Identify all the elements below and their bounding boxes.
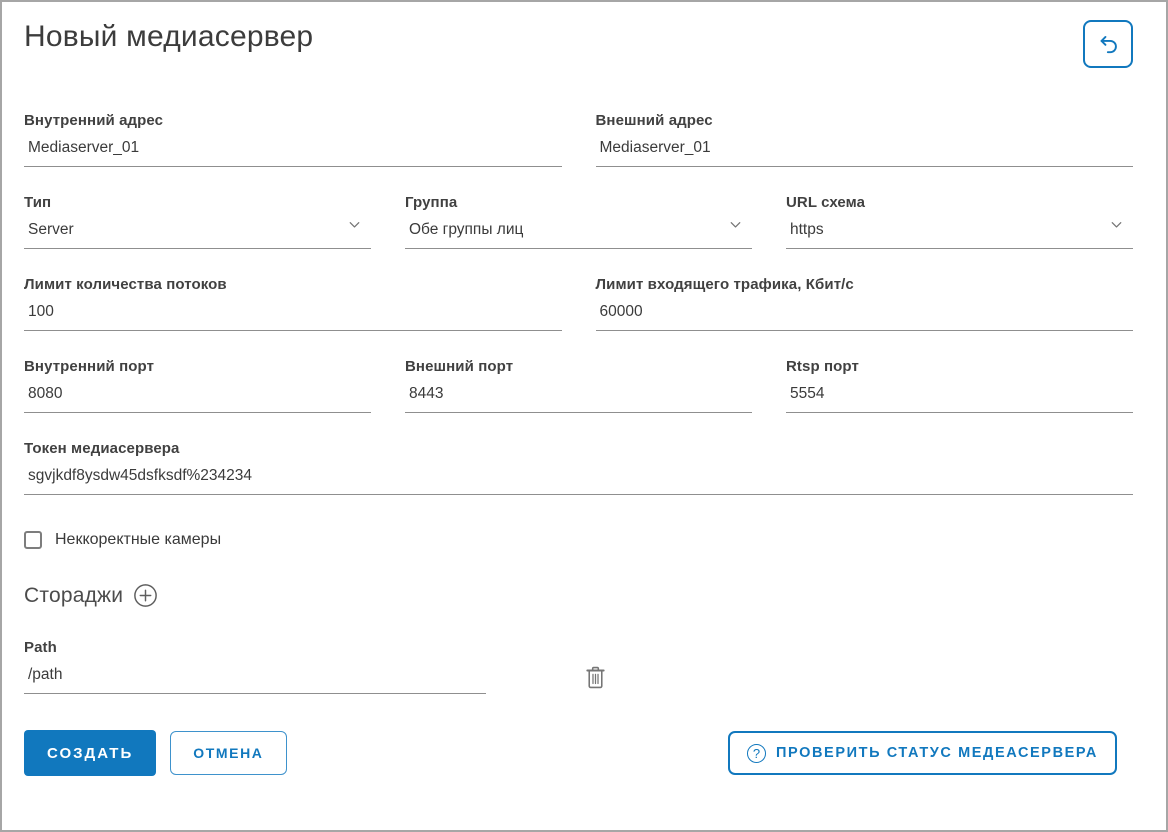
external-port-label: Внешний порт (405, 358, 752, 375)
internal-address-input[interactable] (24, 129, 562, 167)
rtsp-port-label: Rtsp порт (786, 358, 1133, 375)
stream-limit-label: Лимит количества потоков (24, 276, 562, 293)
path-field: Path (24, 639, 486, 694)
token-label: Токен медиасервера (24, 440, 1133, 457)
token-field: Токен медиасервера (24, 440, 1133, 495)
back-button[interactable] (1083, 20, 1133, 68)
incorrect-cameras-checkbox[interactable]: Неккоректные камеры (24, 531, 1133, 549)
row-ports: Внутренний порт Внешний порт Rtsp порт (24, 358, 1133, 413)
external-port-input[interactable] (405, 375, 752, 413)
stream-limit-input[interactable] (24, 293, 562, 331)
rtsp-port-input[interactable] (786, 375, 1133, 413)
cancel-button[interactable]: ОТМЕНА (170, 731, 286, 775)
internal-address-label: Внутренний адрес (24, 112, 562, 129)
row-selects: Тип Группа URL схема (24, 194, 1133, 249)
rtsp-port-field: Rtsp порт (786, 358, 1133, 413)
group-label: Группа (405, 194, 752, 211)
check-status-button[interactable]: ? ПРОВЕРИТЬ СТАТУС МЕДЕАСЕРВЕРА (728, 731, 1117, 775)
internal-port-label: Внутренний порт (24, 358, 371, 375)
group-field: Группа (405, 194, 752, 249)
url-scheme-label: URL схема (786, 194, 1133, 211)
incorrect-cameras-label: Неккоректные камеры (55, 531, 221, 549)
traffic-limit-input[interactable] (596, 293, 1134, 331)
external-address-label: Внешний адрес (596, 112, 1134, 129)
help-icon: ? (747, 744, 766, 763)
path-input[interactable] (24, 656, 486, 694)
storages-section-header: Стораджи (24, 583, 1133, 608)
trash-icon (584, 664, 607, 690)
traffic-limit-label: Лимит входящего трафика, Кбит/с (596, 276, 1134, 293)
delete-storage-button[interactable] (584, 664, 607, 690)
type-label: Тип (24, 194, 371, 211)
storage-path-row: Path (24, 639, 1133, 694)
add-storage-button[interactable] (133, 583, 158, 608)
new-mediaserver-form: Новый медиасервер Внутренний адрес Внешн… (0, 0, 1168, 832)
action-buttons: СОЗДАТЬ ОТМЕНА ? ПРОВЕРИТЬ СТАТУС МЕДЕАС… (24, 730, 1133, 776)
url-scheme-field: URL схема (786, 194, 1133, 249)
external-address-input[interactable] (596, 129, 1134, 167)
undo-arrow-icon (1095, 31, 1122, 58)
external-port-field: Внешний порт (405, 358, 752, 413)
internal-port-input[interactable] (24, 375, 371, 413)
storages-title: Стораджи (24, 584, 123, 608)
type-field: Тип (24, 194, 371, 249)
row-token: Токен медиасервера (24, 440, 1133, 495)
plus-circle-icon (133, 583, 158, 608)
header: Новый медиасервер (24, 2, 1133, 68)
create-button[interactable]: СОЗДАТЬ (24, 730, 156, 776)
page-title: Новый медиасервер (24, 18, 313, 56)
external-address-field: Внешний адрес (596, 112, 1134, 167)
internal-address-field: Внутренний адрес (24, 112, 562, 167)
row-addresses: Внутренний адрес Внешний адрес (24, 112, 1133, 167)
url-scheme-select[interactable] (786, 211, 1133, 249)
token-input[interactable] (24, 457, 1133, 495)
traffic-limit-field: Лимит входящего трафика, Кбит/с (596, 276, 1134, 331)
checkbox-icon[interactable] (24, 531, 42, 549)
group-select[interactable] (405, 211, 752, 249)
type-select[interactable] (24, 211, 371, 249)
check-status-label: ПРОВЕРИТЬ СТАТУС МЕДЕАСЕРВЕРА (776, 745, 1098, 761)
path-label: Path (24, 639, 486, 656)
internal-port-field: Внутренний порт (24, 358, 371, 413)
row-limits: Лимит количества потоков Лимит входящего… (24, 276, 1133, 331)
stream-limit-field: Лимит количества потоков (24, 276, 562, 331)
